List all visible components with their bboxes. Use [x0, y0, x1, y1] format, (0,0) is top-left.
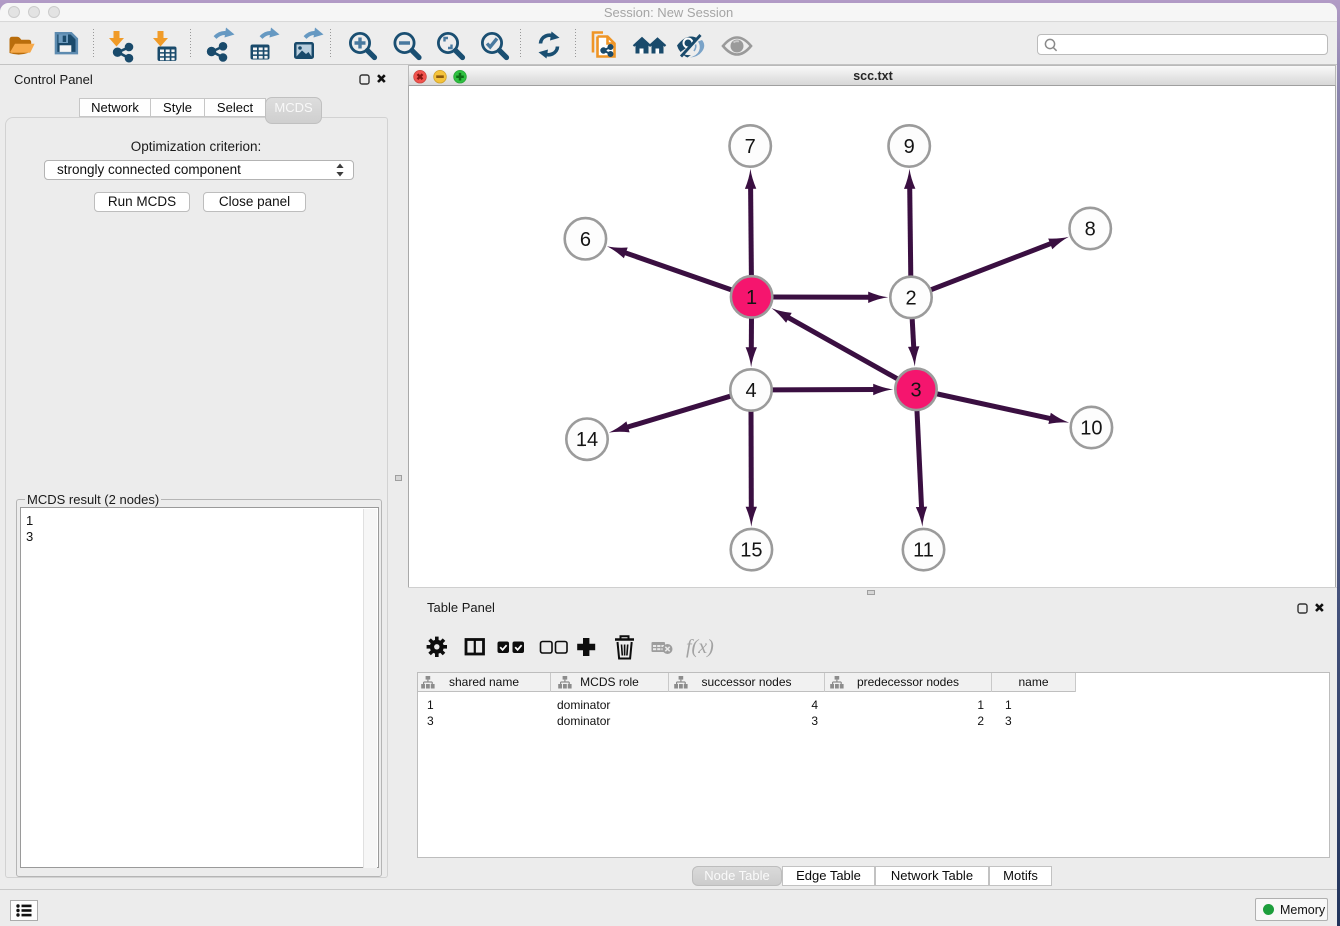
svg-text:2: 2: [905, 287, 916, 309]
svg-text:1: 1: [746, 287, 757, 309]
svg-text:14: 14: [576, 429, 598, 451]
svg-text:4: 4: [745, 380, 756, 402]
svg-text:f(x): f(x): [686, 636, 714, 658]
svg-text:Memory: Memory: [1280, 903, 1326, 917]
svg-text:6: 6: [580, 229, 591, 251]
svg-text:11: 11: [913, 540, 934, 562]
svg-text:3: 3: [910, 379, 921, 401]
svg-text:7: 7: [745, 136, 756, 158]
svg-text:9: 9: [904, 136, 915, 158]
svg-text:10: 10: [1080, 418, 1102, 440]
svg-text:15: 15: [740, 540, 762, 562]
svg-text:8: 8: [1085, 219, 1096, 241]
